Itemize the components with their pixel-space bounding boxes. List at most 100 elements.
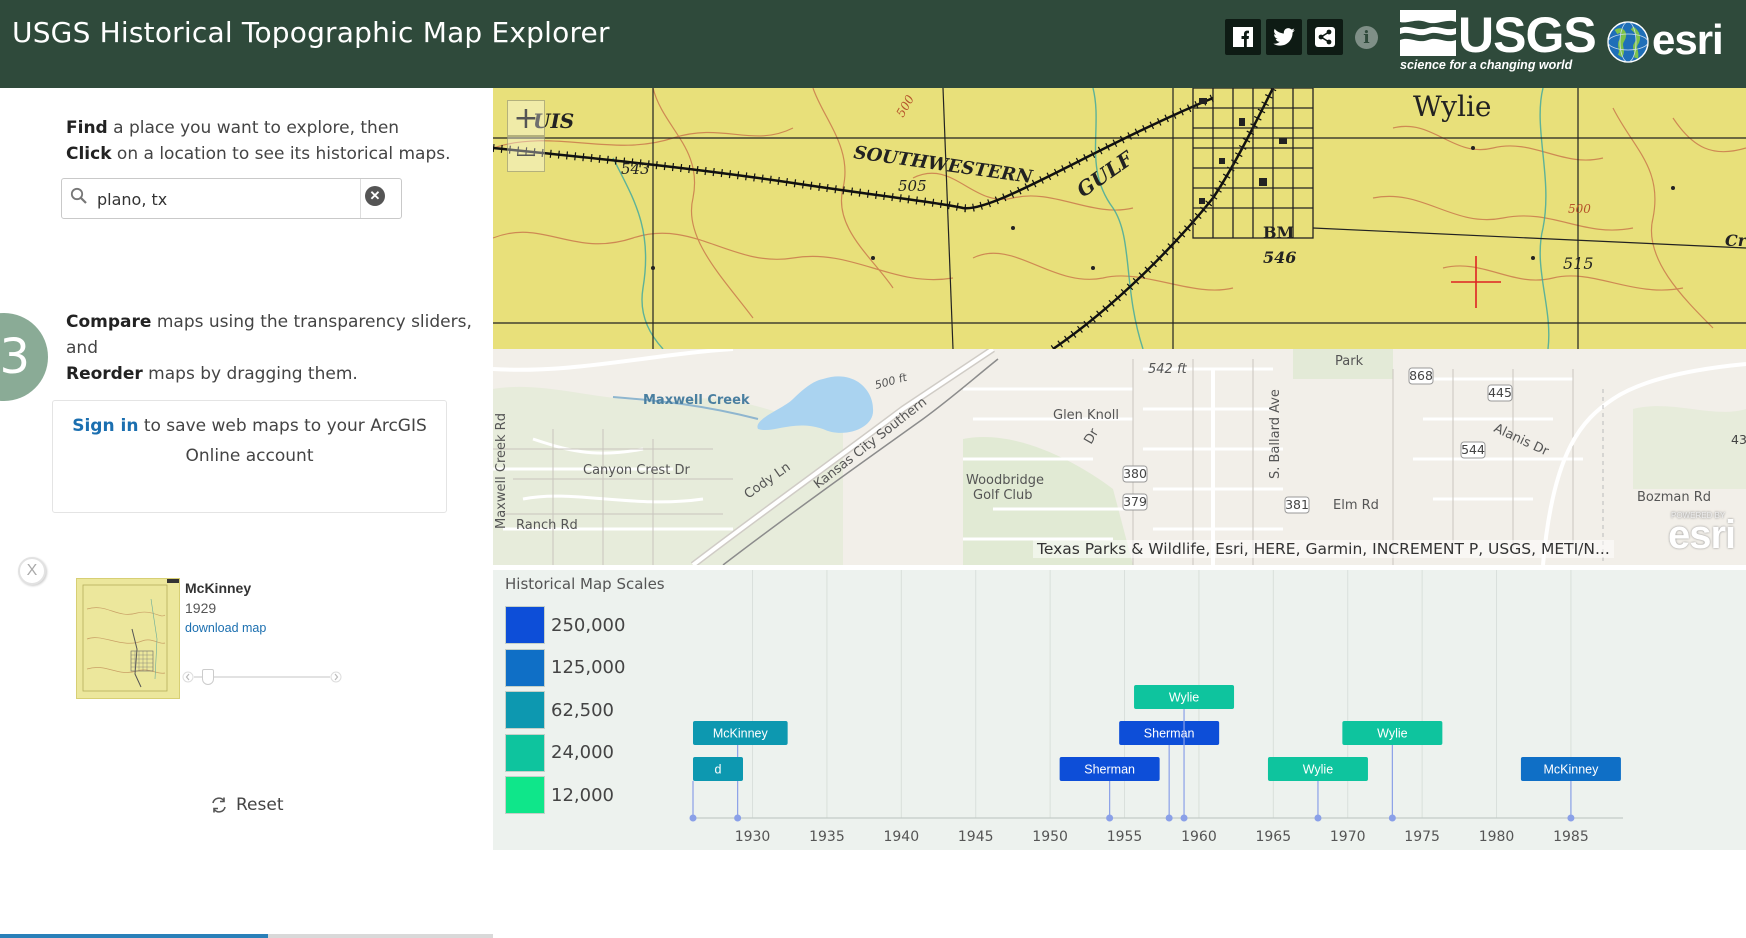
app-title: USGS Historical Topographic Map Explorer: [12, 16, 610, 49]
reorder-keyword: Reorder: [66, 364, 143, 384]
map-attribution[interactable]: Texas Parks & Wildlife, Esri, HERE, Garm…: [1033, 540, 1614, 558]
slider-thumb[interactable]: [201, 669, 214, 685]
click-line: Click on a location to see its historica…: [66, 141, 451, 167]
share-link-button[interactable]: [1307, 19, 1343, 55]
timeline-map-item[interactable]: d: [689, 757, 744, 822]
signin-link[interactable]: Sign in: [72, 416, 138, 436]
topo-label: BM: [1263, 223, 1294, 242]
click-keyword: Click: [66, 144, 112, 164]
step2-instructions: Find a place you want to explore, then C…: [66, 115, 451, 167]
search-icon[interactable]: [70, 187, 88, 205]
map-view[interactable]: UIS SOUTHWESTERN GULF Wylie 543 505 BM 5…: [493, 88, 1746, 565]
progress-fill: [0, 934, 268, 938]
timeline-tick-label: 1970: [1330, 829, 1366, 845]
timeline-tick-label: 1985: [1553, 829, 1589, 845]
map-place-label: Canyon Crest Dr: [583, 463, 690, 478]
timeline-map-item[interactable]: Wylie: [1267, 757, 1368, 822]
refresh-icon: [212, 797, 226, 813]
route-shield-label: 43: [1731, 432, 1746, 447]
route-shield-label: 544: [1461, 442, 1485, 457]
timeline-item-label: McKinney: [713, 727, 769, 741]
route-shield-label: 868: [1409, 368, 1433, 383]
map-place-label: Maxwell Creek Rd: [494, 413, 509, 529]
map-place-label: 542 ft: [1148, 362, 1188, 377]
reset-label: Reset: [236, 795, 284, 815]
timeline-tick-label: 1980: [1479, 829, 1515, 845]
app-header: USGS Historical Topographic Map Explorer…: [0, 0, 1746, 88]
progress-strip: [0, 934, 493, 938]
find-line: Find a place you want to explore, then: [66, 115, 451, 141]
timeline-item-label: Wylie: [1377, 727, 1407, 741]
timeline-item-label: Sherman: [1084, 763, 1135, 777]
search-divider: [360, 179, 361, 218]
map-place-label: S. Ballard Ave: [1268, 389, 1283, 479]
timeline-chart[interactable]: 1930 1935 1940 1945 1950 1955 1960 1965 1970 1975…: [493, 570, 1746, 850]
share-icon: [1315, 27, 1335, 47]
find-text: a place you want to explore, then: [107, 118, 400, 138]
zoom-in-button[interactable]: +: [507, 100, 545, 136]
click-text: on a location to see its historical maps…: [111, 144, 451, 164]
map-place-label: Woodbridge: [966, 473, 1044, 488]
route-shield-label: 445: [1488, 385, 1512, 400]
route-shield-label: 379: [1123, 494, 1147, 509]
download-map-link[interactable]: download map: [185, 621, 266, 635]
twitter-icon: [1273, 28, 1295, 46]
basemap-layer[interactable]: 868 445 544 380 379 381 43 Maxwell Creek…: [493, 349, 1746, 565]
transparency-slider[interactable]: [182, 669, 342, 685]
remove-map-button[interactable]: X: [18, 557, 46, 585]
timeline-item-label: McKinney: [1543, 763, 1599, 777]
map-place-label: Ranch Rd: [516, 518, 578, 533]
search-input[interactable]: [97, 188, 347, 210]
timeline-tick-label: 1940: [883, 829, 919, 845]
sidebar: Find a place you want to explore, then C…: [0, 88, 493, 938]
timeline-point: [1388, 814, 1396, 822]
topo-label: 515: [1563, 254, 1594, 273]
timeline-map-item[interactable]: Wylie: [1134, 685, 1235, 822]
timeline-point: [1314, 814, 1322, 822]
timeline-panel: Historical Map Scales 250,000 125,000 62,5…: [493, 570, 1746, 850]
esri-map-logo[interactable]: esri: [1668, 513, 1736, 558]
timeline-tick-label: 1950: [1032, 829, 1068, 845]
esri-wordmark: esri: [1652, 16, 1724, 63]
esri-logo: esri: [1606, 16, 1736, 72]
map-thumbnail[interactable]: [76, 578, 180, 699]
facebook-share-button[interactable]: [1225, 19, 1261, 55]
usgs-wave-icon: [1400, 10, 1456, 56]
reset-button[interactable]: Reset: [210, 795, 284, 815]
map-place-label: Elm Rd: [1333, 498, 1379, 513]
timeline-point: [689, 814, 697, 822]
signin-panel: Sign in to save web maps to your ArcGIS …: [52, 400, 447, 513]
timeline-tick-label: 1935: [809, 829, 845, 845]
reorder-text: maps by dragging them.: [142, 364, 358, 384]
compare-keyword: Compare: [66, 312, 152, 332]
timeline-tick-label: 1960: [1181, 829, 1217, 845]
usgs-tagline: science for a changing world: [1400, 58, 1573, 72]
topo-label: 500: [1568, 202, 1591, 216]
map-place-label: Maxwell Creek: [643, 393, 750, 408]
topo-label: Wylie: [1413, 90, 1491, 123]
historical-topo-layer[interactable]: UIS SOUTHWESTERN GULF Wylie 543 505 BM 5…: [493, 88, 1746, 349]
map-place-label: Bozman Rd: [1637, 490, 1711, 505]
route-shield-label: 381: [1285, 497, 1309, 512]
find-keyword: Find: [66, 118, 108, 138]
timeline-map-item[interactable]: Sherman: [1059, 757, 1160, 822]
topo-label: Cre: [1725, 231, 1746, 250]
topo-label: 543: [621, 160, 650, 178]
timeline-item-label: Sherman: [1144, 727, 1195, 741]
clear-search-icon[interactable]: ✕: [365, 186, 385, 206]
topo-label: 546: [1263, 248, 1296, 267]
step-number-badge: 3: [0, 313, 48, 401]
map-place-label: Park: [1335, 354, 1364, 369]
usgs-logo: USGS science for a changing world: [1400, 7, 1597, 76]
timeline-item-label: d: [715, 763, 722, 777]
map-place-label: Glen Knoll: [1053, 408, 1119, 423]
topo-label: 505: [898, 177, 927, 195]
timeline-tick-label: 1930: [735, 829, 771, 845]
zoom-out-button[interactable]: —: [507, 136, 545, 172]
twitter-share-button[interactable]: [1266, 19, 1302, 55]
timeline-tick-label: 1965: [1255, 829, 1291, 845]
info-icon[interactable]: i: [1355, 26, 1378, 49]
route-shield-label: 380: [1123, 466, 1147, 481]
timeline-point: [1165, 814, 1173, 822]
timeline-map-item[interactable]: McKinney: [1520, 757, 1621, 822]
